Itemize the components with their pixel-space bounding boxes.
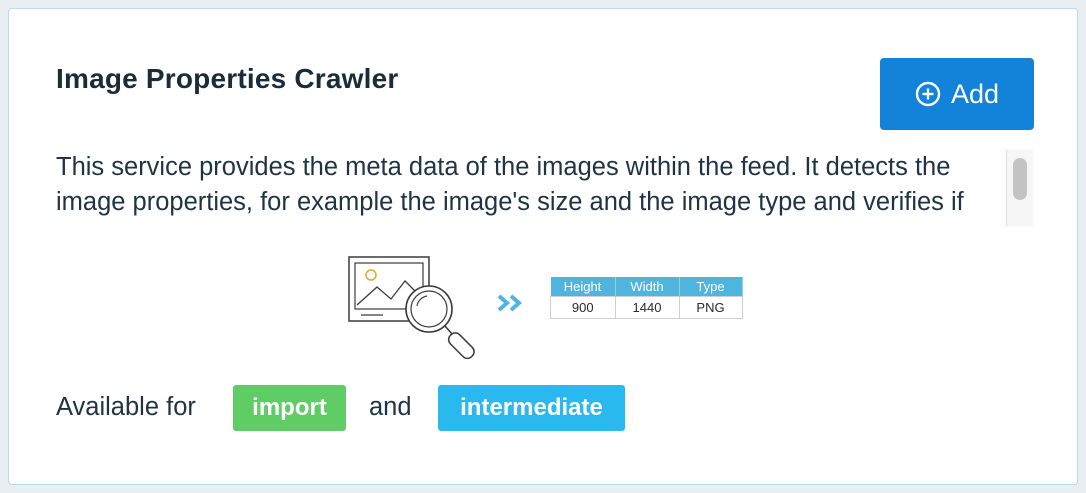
table-header-cell: Height — [550, 277, 616, 297]
scrollbar[interactable] — [1006, 150, 1033, 226]
card-title: Image Properties Crawler — [56, 63, 399, 94]
description-text: This service provides the meta data of t… — [56, 153, 964, 226]
service-card: Image Properties Crawler Add This servic… — [8, 8, 1078, 485]
table-header-row: Height Width Type — [550, 277, 743, 297]
table-row: 900 1440 PNG — [550, 296, 743, 319]
add-button-label: Add — [950, 78, 1000, 109]
plus-circle-icon — [915, 81, 941, 107]
add-button[interactable]: Add — [880, 58, 1034, 130]
table-cell: 1440 — [614, 296, 680, 319]
image-magnifier-icon — [348, 256, 475, 360]
double-chevron-right-icon — [497, 294, 523, 312]
scrollbar-thumb[interactable] — [1013, 158, 1027, 200]
availability-connector: and — [369, 393, 412, 421]
description-scroll-area[interactable]: This service provides the meta data of t… — [56, 150, 1033, 226]
table-header-cell: Type — [679, 277, 743, 297]
table-header-cell: Width — [615, 277, 680, 297]
table-cell: PNG — [678, 296, 743, 319]
tag-import: import — [233, 385, 346, 431]
image-properties-table: Height Width Type 900 1440 PNG — [550, 277, 743, 319]
table-cell: 900 — [550, 296, 616, 319]
availability-label: Available for — [56, 393, 196, 421]
tag-intermediate: intermediate — [438, 385, 625, 431]
